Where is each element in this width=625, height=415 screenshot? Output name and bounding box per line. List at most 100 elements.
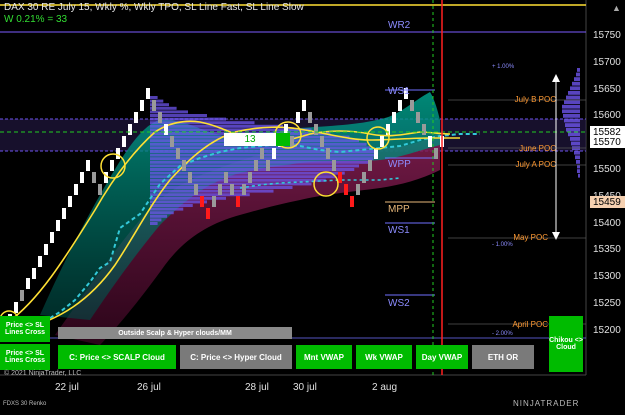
y-tick: 15500	[593, 164, 621, 175]
renko-bar-up	[26, 278, 30, 289]
y-tick: 15750	[593, 30, 621, 41]
renko-bar-up	[20, 290, 24, 301]
renko-bar-up	[290, 136, 294, 147]
volume-profile-bar	[568, 91, 580, 95]
renko-bar-up	[230, 184, 234, 195]
renko-bar-up	[110, 160, 114, 171]
y-tick: 15250	[593, 298, 621, 309]
renko-bar-up	[194, 184, 198, 195]
renko-bar-up	[422, 124, 426, 135]
renko-bar-up	[242, 184, 246, 195]
april-poc-label: April POC	[512, 320, 548, 329]
renko-bar-up	[416, 112, 420, 123]
price-sl-cross-button-2[interactable]: Price <> SL Lines Cross	[0, 344, 50, 370]
chart-title: DAX 30 RE July 15, Wkly %, Wkly TPO, SL …	[4, 2, 304, 13]
volume-profile-bar	[568, 132, 580, 137]
volume-profile-bar	[578, 173, 580, 178]
renko-bar-down	[344, 184, 348, 195]
month-vwap-button[interactable]: Mnt VWAP	[296, 345, 352, 369]
week-vwap-button[interactable]: Wk VWAP	[356, 345, 412, 369]
renko-bar-up	[218, 184, 222, 195]
volume-profile-bar	[562, 109, 580, 114]
renko-bar-up	[44, 244, 48, 255]
volume-profile-bar	[150, 175, 336, 179]
renko-bar-up	[308, 112, 312, 123]
price-marker-label: 13	[244, 134, 256, 145]
renko-bar-up	[182, 160, 186, 171]
minus-two-percent-label: - 2.00%	[492, 331, 513, 337]
y-tick: 15700	[593, 56, 621, 68]
volume-profile-bar	[563, 114, 580, 118]
renko-bar-up	[314, 124, 318, 135]
day-vwap-button[interactable]: Day VWAP	[416, 345, 468, 369]
volume-profile-bar	[150, 171, 345, 175]
renko-bar-up	[254, 160, 258, 171]
renko-bar-up	[368, 160, 372, 171]
volume-profile-bar	[566, 95, 580, 100]
renko-bar-up	[128, 124, 132, 135]
volume-profile-bar	[150, 207, 184, 211]
renko-bar-up	[158, 112, 162, 123]
plus-one-percent-label: + 1.00%	[492, 64, 515, 70]
outside-scalp-hyper-button[interactable]: Outside Scalp & Hyper clouds/MM	[58, 327, 292, 339]
renko-bar-up	[152, 100, 156, 111]
volume-profile-bar	[150, 99, 164, 103]
renko-bar-up	[296, 112, 300, 123]
scroll-up-icon[interactable]: ▲	[612, 3, 621, 13]
renko-bar-up	[134, 112, 138, 123]
renko-bar-up	[266, 160, 270, 171]
renko-bar-up	[320, 136, 324, 147]
volume-profile-bar	[574, 77, 580, 81]
x-tick: 28 jul	[245, 382, 269, 393]
renko-bar-up	[248, 172, 252, 183]
renko-bar-up	[356, 184, 360, 195]
volume-profile-bar	[574, 150, 580, 155]
volume-profile-bar	[572, 81, 580, 86]
minus-one-percent-label: - 1.00%	[492, 242, 513, 248]
x-tick: 22 jul	[55, 382, 79, 393]
eth-or-button[interactable]: ETH OR	[472, 345, 534, 369]
renko-bar-up	[362, 172, 366, 183]
volume-profile-bar	[150, 193, 250, 197]
july-b-poc-label: July B POC	[514, 95, 556, 104]
renko-bar-up	[326, 148, 330, 159]
renko-bar-up	[272, 148, 276, 159]
renko-bar-up	[398, 100, 402, 111]
price-box-2: 15570	[590, 137, 625, 148]
renko-bar-down	[338, 172, 342, 183]
wr2-label: WR2	[388, 20, 411, 31]
renko-bar-up	[122, 136, 126, 147]
volume-profile-bar	[571, 141, 580, 146]
chikou-cloud-button[interactable]: Chikou <> Cloud	[549, 316, 583, 372]
renko-bar-up	[62, 208, 66, 219]
price-sl-cross-button-1[interactable]: Price <> SL Lines Cross	[0, 316, 50, 342]
renko-bar-up	[38, 256, 42, 267]
volume-profile-bar	[564, 100, 580, 104]
ninjatrader-logo: NINJATRADER	[513, 399, 580, 408]
y-tick: 15200	[593, 324, 621, 336]
renko-bar-up	[32, 268, 36, 279]
renko-bar-up	[332, 160, 336, 171]
volume-profile-bar	[562, 104, 580, 109]
ws1-label: WS1	[388, 225, 410, 236]
price-marker-flag	[276, 133, 290, 146]
price-hyper-cloud-button[interactable]: C: Price <> Hyper Cloud	[180, 345, 292, 369]
renko-bar-up	[392, 112, 396, 123]
y-tick: 15300	[593, 271, 621, 283]
volume-profile-bar	[564, 118, 580, 123]
volume-profile-bar	[150, 222, 158, 225]
renko-bar-up	[14, 302, 18, 313]
renko-bar-up	[434, 148, 438, 159]
renko-bar-up	[86, 160, 90, 171]
volume-profile-bar	[565, 123, 580, 127]
may-poc-label: May POC	[513, 233, 548, 242]
copyright-text: © 2021 NinjaTrader, LLC	[4, 370, 82, 377]
chart-canvas[interactable]: DAX 30 RE July 15, Wkly %, Wkly TPO, SL …	[0, 0, 625, 410]
price-scalp-cloud-button[interactable]: C: Price <> SCALP Cloud	[58, 345, 176, 369]
volume-profile-bar	[150, 214, 168, 218]
renko-bar-down	[236, 196, 240, 207]
price-box-4: 15459	[590, 196, 625, 208]
renko-bar-up	[74, 184, 78, 195]
y-tick: 15350	[593, 244, 621, 256]
volume-profile-bar	[150, 178, 326, 182]
